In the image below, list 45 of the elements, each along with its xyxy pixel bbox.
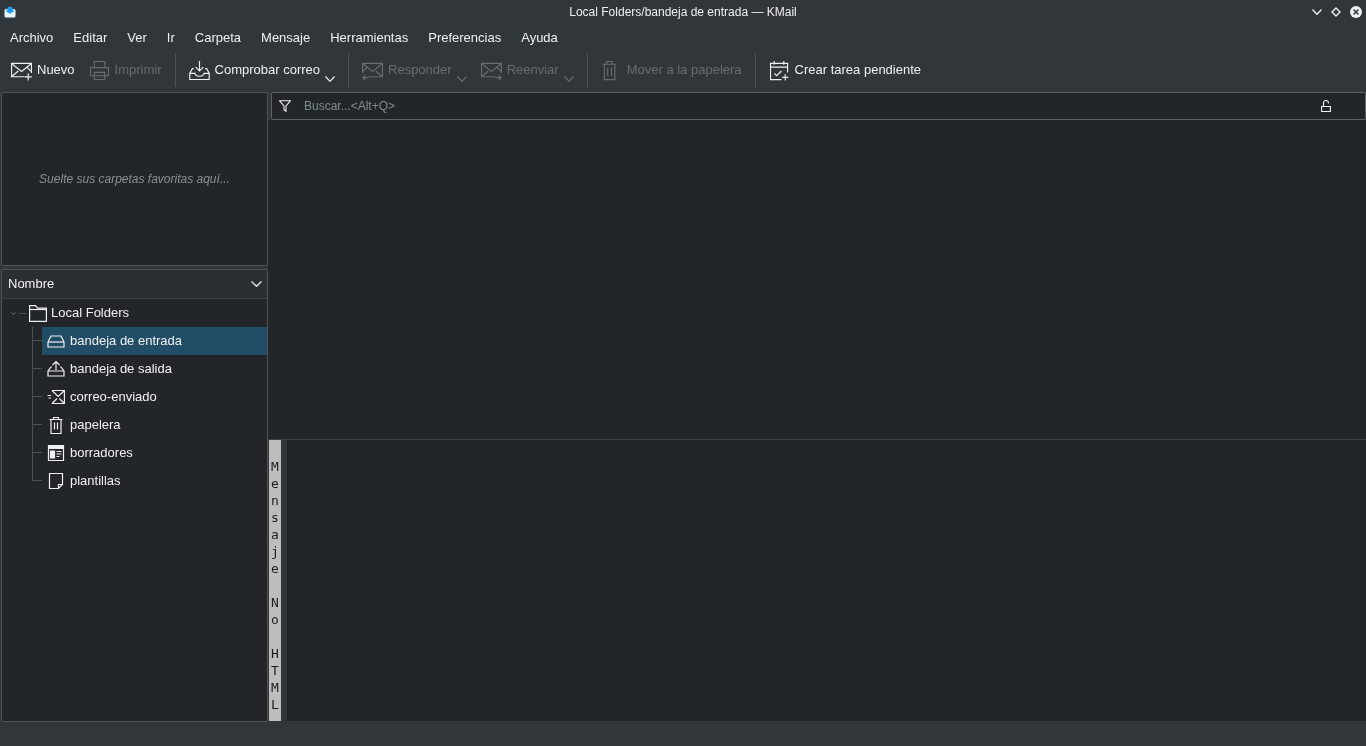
- filter-icon: [279, 100, 291, 112]
- menu-item[interactable]: Editar: [63, 28, 118, 48]
- folder-icon: [29, 304, 47, 322]
- sent-mail-icon: [47, 388, 65, 406]
- favorites-hint: Suelte sus carpetas favoritas aquí...: [39, 171, 230, 188]
- menu-item[interactable]: Mensaje: [251, 28, 321, 48]
- window-title: Local Folders/bandeja de entrada — KMail: [569, 4, 797, 21]
- toolbar-button[interactable]: Nuevo: [6, 54, 80, 86]
- inbox-tray-icon: [47, 332, 65, 350]
- toolbar-button[interactable]: Crear tarea pendiente: [763, 54, 927, 86]
- page-icon: [47, 472, 65, 490]
- search-field[interactable]: Buscar...<Alt+Q>: [271, 92, 1366, 120]
- folder-item[interactable]: borradores: [42, 439, 267, 467]
- menu-item[interactable]: Preferencias: [418, 28, 512, 48]
- close-icon[interactable]: [1350, 6, 1362, 18]
- menu-item[interactable]: Carpeta: [184, 28, 252, 48]
- caret-icon: [325, 76, 335, 82]
- lock-icon[interactable]: [1321, 100, 1331, 112]
- download-tray-icon: [188, 59, 210, 81]
- chevron-down-icon[interactable]: [8, 310, 18, 316]
- menu-item[interactable]: Ayuda: [511, 28, 568, 48]
- menu-item[interactable]: Archivo: [0, 28, 64, 48]
- trash-icon: [47, 416, 65, 434]
- app-logo-icon: [4, 6, 16, 18]
- folder-item[interactable]: bandeja de entrada: [42, 327, 267, 355]
- toolbar-button[interactable]: Comprobar correo: [183, 54, 340, 86]
- folder-item[interactable]: correo-enviado: [42, 383, 267, 411]
- chevron-down-icon: [251, 281, 262, 287]
- menu-item[interactable]: Ver: [117, 28, 157, 48]
- minimize-icon[interactable]: [1312, 9, 1322, 15]
- folder-item[interactable]: Local Folders: [2, 299, 267, 327]
- caret-icon: [456, 76, 467, 82]
- menu-item[interactable]: Herramientas: [320, 28, 419, 48]
- maximize-icon[interactable]: [1331, 7, 1341, 17]
- outbox-tray-icon: [47, 360, 65, 378]
- menu-item[interactable]: Ir: [156, 28, 185, 48]
- html-mode-banner: Mensaje No HTML: [269, 440, 281, 721]
- calendar-check-icon: [768, 59, 790, 81]
- printer-icon: [88, 59, 110, 81]
- column-header[interactable]: Nombre: [2, 270, 267, 299]
- folder-item[interactable]: papelera: [42, 411, 267, 439]
- folder-item[interactable]: plantillas: [42, 467, 267, 495]
- draft-document-icon: [47, 444, 65, 462]
- caret-icon: [563, 76, 574, 82]
- folder-item[interactable]: bandeja de salida: [42, 355, 267, 383]
